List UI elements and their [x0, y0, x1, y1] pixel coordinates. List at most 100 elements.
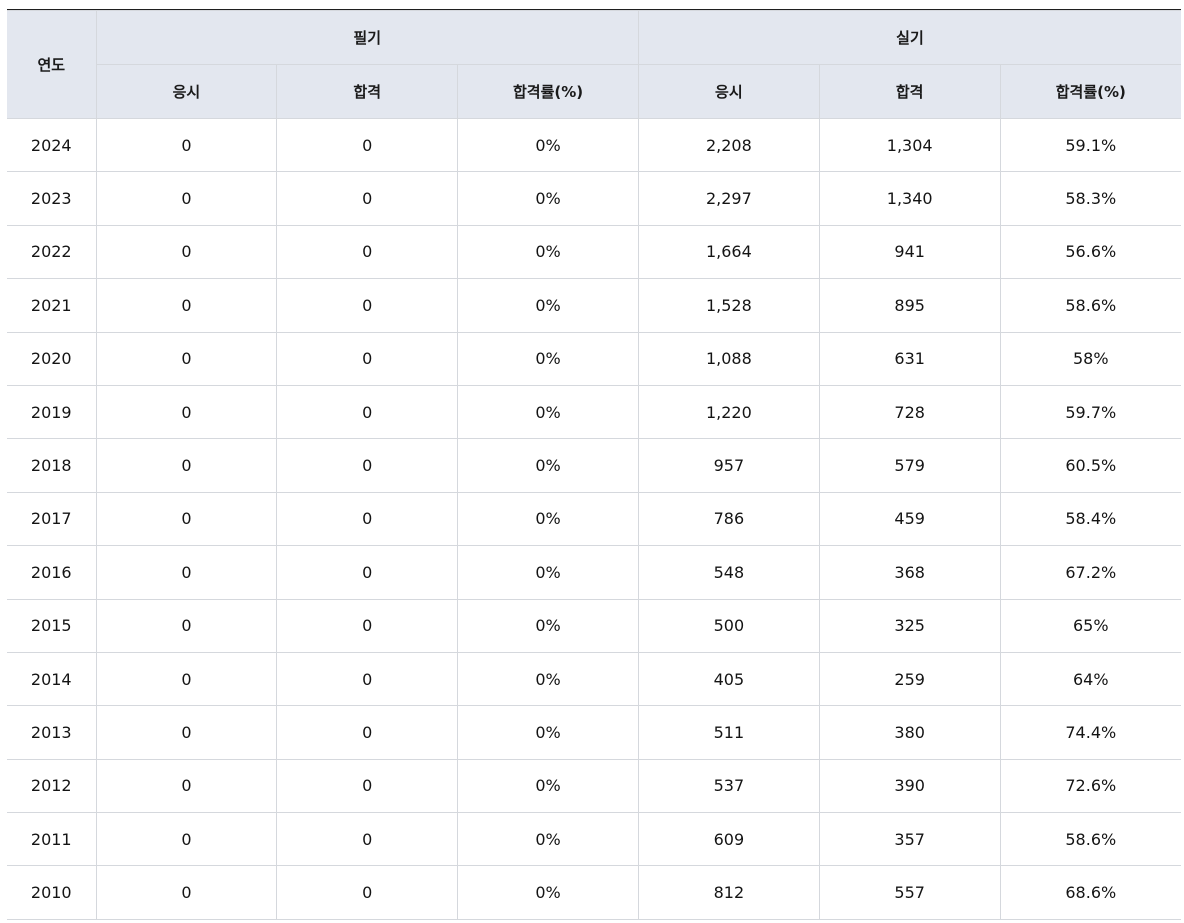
cell-written-passed: 0: [276, 598, 459, 653]
cell-written-passed: 0: [276, 705, 459, 760]
cell-year: 2011: [7, 812, 97, 867]
cell-written-passed: 0: [276, 117, 459, 173]
cell-practical-pass-rate: 58.3%: [999, 171, 1181, 226]
cell-practical-pass-rate: 56.6%: [999, 224, 1181, 280]
cell-practical-passed: 380: [818, 705, 1001, 760]
cell-practical-applicants: 500: [637, 598, 820, 653]
table-row: 2023 0 0 0% 2,297 1,340 58.3%: [7, 171, 1181, 226]
cell-written-pass-rate: 0%: [457, 117, 639, 173]
cell-written-passed: 0: [276, 812, 459, 867]
cell-written-passed: 0: [276, 224, 459, 280]
cell-written-pass-rate: 0%: [457, 331, 639, 386]
cell-practical-passed: 1,340: [818, 171, 1001, 226]
cell-practical-pass-rate: 64%: [999, 651, 1181, 707]
cell-written-applicants: 0: [95, 865, 278, 920]
cell-written-passed: 0: [276, 651, 459, 707]
header-written-group: 필기: [95, 10, 639, 65]
header-practical-applicants: 응시: [637, 64, 820, 119]
cell-written-applicants: 0: [95, 812, 278, 867]
cell-written-passed: 0: [276, 491, 459, 547]
table-row: 2019 0 0 0% 1,220 728 59.7%: [7, 384, 1181, 440]
table-row: 2021 0 0 0% 1,528 895 58.6%: [7, 278, 1181, 333]
cell-practical-pass-rate: 58.6%: [999, 812, 1181, 867]
cell-written-applicants: 0: [95, 171, 278, 226]
cell-practical-pass-rate: 58.6%: [999, 278, 1181, 333]
cell-practical-passed: 557: [818, 865, 1001, 920]
table-row: 2018 0 0 0% 957 579 60.5%: [7, 438, 1181, 493]
cell-practical-applicants: 1,664: [637, 224, 820, 280]
cell-written-passed: 0: [276, 278, 459, 333]
cell-year: 2012: [7, 758, 97, 814]
table-row: 2017 0 0 0% 786 459 58.4%: [7, 491, 1181, 547]
cell-practical-applicants: 786: [637, 491, 820, 547]
header-written-passed: 합격: [276, 64, 459, 119]
cell-written-pass-rate: 0%: [457, 758, 639, 814]
cell-year: 2024: [7, 117, 97, 173]
cell-written-applicants: 0: [95, 278, 278, 333]
cell-written-passed: 0: [276, 331, 459, 386]
cell-practical-applicants: 1,088: [637, 331, 820, 386]
table-row: 2022 0 0 0% 1,664 941 56.6%: [7, 224, 1181, 280]
cell-written-applicants: 0: [95, 758, 278, 814]
cell-written-applicants: 0: [95, 651, 278, 707]
cell-practical-passed: 631: [818, 331, 1001, 386]
header-written-applicants: 응시: [96, 64, 278, 119]
cell-written-pass-rate: 0%: [457, 278, 639, 333]
table-body: 2024 0 0 0% 2,208 1,304 59.1% 2023 0 0 0% 2,297 1,34…: [7, 117, 1181, 920]
cell-written-pass-rate: 0%: [457, 705, 639, 760]
header-written-pass-rate: 합격률(%): [457, 64, 639, 119]
cell-practical-passed: 259: [818, 651, 1001, 707]
cell-written-pass-rate: 0%: [457, 598, 639, 653]
cell-practical-applicants: 1,220: [637, 384, 820, 440]
cell-practical-applicants: 2,297: [637, 171, 820, 226]
cell-written-applicants: 0: [95, 331, 278, 386]
cell-written-applicants: 0: [95, 545, 278, 600]
cell-practical-pass-rate: 65%: [999, 598, 1181, 653]
cell-practical-applicants: 511: [637, 705, 820, 760]
table-row: 2011 0 0 0% 609 357 58.6%: [7, 812, 1181, 867]
cell-practical-pass-rate: 59.1%: [999, 117, 1181, 173]
cell-year: 2015: [7, 598, 97, 653]
cell-practical-applicants: 405: [637, 651, 820, 707]
cell-written-pass-rate: 0%: [457, 545, 639, 600]
cell-written-passed: 0: [276, 171, 459, 226]
cell-year: 2014: [7, 651, 97, 707]
cell-year: 2010: [7, 865, 97, 920]
cell-year: 2022: [7, 224, 97, 280]
cell-written-pass-rate: 0%: [457, 491, 639, 547]
cell-practical-pass-rate: 58%: [999, 331, 1181, 386]
cell-year: 2023: [7, 171, 97, 226]
cell-practical-pass-rate: 68.6%: [999, 865, 1181, 920]
table-row: 2014 0 0 0% 405 259 64%: [7, 651, 1181, 707]
cell-practical-pass-rate: 72.6%: [999, 758, 1181, 814]
cell-practical-passed: 325: [818, 598, 1001, 653]
table-row: 2024 0 0 0% 2,208 1,304 59.1%: [7, 117, 1181, 173]
cell-practical-pass-rate: 60.5%: [999, 438, 1181, 493]
cell-written-passed: 0: [276, 758, 459, 814]
cell-written-pass-rate: 0%: [457, 812, 639, 867]
cell-written-applicants: 0: [95, 705, 278, 760]
cell-practical-pass-rate: 67.2%: [999, 545, 1181, 600]
cell-written-applicants: 0: [95, 438, 278, 493]
cell-practical-applicants: 812: [637, 865, 820, 920]
cell-written-pass-rate: 0%: [457, 865, 639, 920]
cell-practical-passed: 459: [818, 491, 1001, 547]
cell-practical-passed: 728: [818, 384, 1001, 440]
cell-written-applicants: 0: [95, 384, 278, 440]
cell-written-applicants: 0: [95, 117, 278, 173]
cell-practical-applicants: 548: [637, 545, 820, 600]
cell-written-applicants: 0: [95, 224, 278, 280]
table-row: 2015 0 0 0% 500 325 65%: [7, 598, 1181, 653]
table-row: 2016 0 0 0% 548 368 67.2%: [7, 545, 1181, 600]
table-row: 2020 0 0 0% 1,088 631 58%: [7, 331, 1181, 386]
cell-written-passed: 0: [276, 438, 459, 493]
cell-practical-passed: 941: [818, 224, 1001, 280]
cell-practical-passed: 368: [818, 545, 1001, 600]
table-row: 2013 0 0 0% 511 380 74.4%: [7, 705, 1181, 760]
cell-practical-passed: 579: [818, 438, 1001, 493]
cell-year: 2019: [7, 384, 97, 440]
cell-written-pass-rate: 0%: [457, 438, 639, 493]
cell-year: 2021: [7, 278, 97, 333]
header-practical-passed: 합격: [818, 64, 1001, 119]
cell-practical-passed: 357: [818, 812, 1001, 867]
